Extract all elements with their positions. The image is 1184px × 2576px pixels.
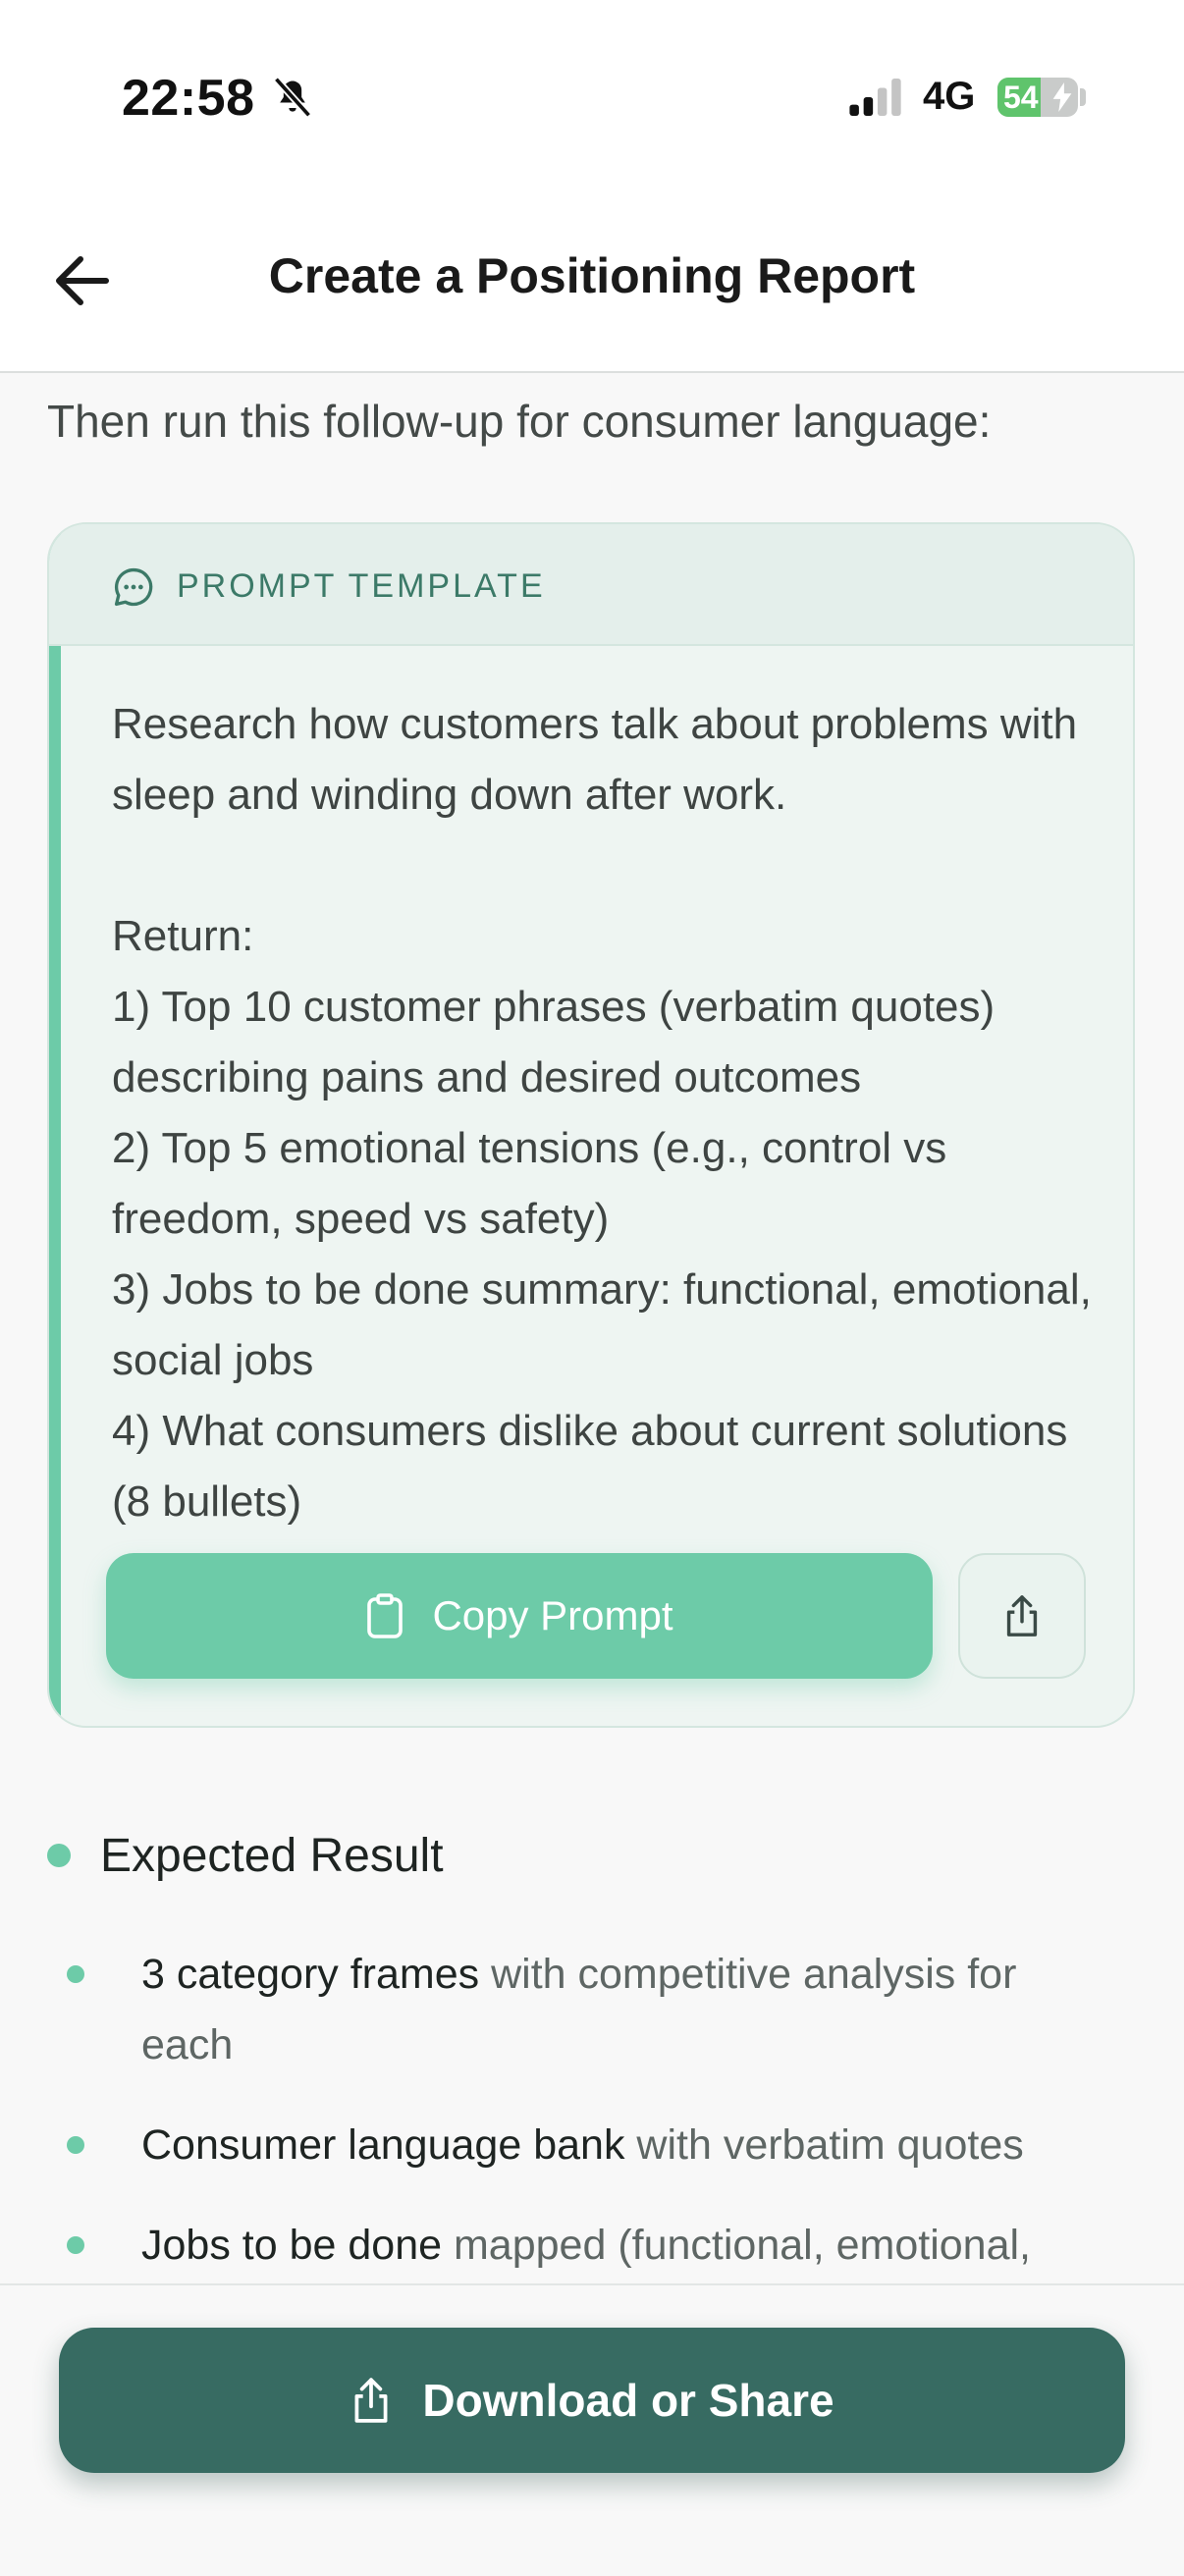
status-time: 22:58	[122, 70, 255, 127]
expected-result-list: 3 category frames with competitive analy…	[67, 1939, 1107, 2310]
download-share-button[interactable]: Download or Share	[59, 2328, 1125, 2473]
arrow-left-icon	[56, 256, 109, 305]
copy-prompt-label: Copy Prompt	[432, 1592, 673, 1638]
card-header: PROMPT TEMPLATE	[49, 524, 1133, 646]
list-item: Jobs to be done mapped (functional, emot…	[67, 2210, 1107, 2281]
card-accent-bar	[49, 524, 61, 1726]
page-title: Create a Positioning Report	[268, 248, 916, 303]
prompt-template-card: PROMPT TEMPLATE Research how customers t…	[47, 522, 1135, 1728]
network-type: 4G	[923, 75, 976, 118]
status-bar: 22:58 4G 54	[0, 0, 1184, 187]
navigation-header: Create a Positioning Report	[0, 187, 1184, 373]
signal-icon	[849, 79, 901, 116]
list-bullet	[67, 2236, 84, 2254]
list-bullet	[67, 2136, 84, 2154]
list-item: 3 category frames with competitive analy…	[67, 1939, 1107, 2080]
section-bullet	[47, 1844, 71, 1867]
prompt-body-text: Research how customers talk about proble…	[112, 700, 1092, 1526]
list-item: Consumer language bank with verbatim quo…	[67, 2110, 1107, 2180]
download-share-label: Download or Share	[422, 2375, 834, 2426]
back-button[interactable]	[43, 243, 122, 318]
share-prompt-button[interactable]	[958, 1553, 1086, 1679]
battery-cap	[1080, 88, 1086, 106]
bell-slash-icon	[273, 77, 312, 118]
share-icon	[1006, 1595, 1038, 1637]
list-bullet	[67, 1965, 84, 1983]
intro-text: Then run this follow-up for consumer lan…	[47, 396, 992, 447]
chat-bubble-icon	[114, 567, 153, 607]
expected-result-heading: Expected Result	[100, 1830, 444, 1882]
copy-prompt-button[interactable]: Copy Prompt	[106, 1553, 933, 1679]
charging-bolt-icon	[1052, 82, 1072, 112]
card-header-label: PROMPT TEMPLATE	[177, 567, 546, 605]
battery-icon: 54	[997, 78, 1078, 117]
clipboard-icon	[367, 1593, 404, 1638]
battery-level: 54	[1003, 80, 1039, 115]
share-icon	[354, 2378, 388, 2423]
